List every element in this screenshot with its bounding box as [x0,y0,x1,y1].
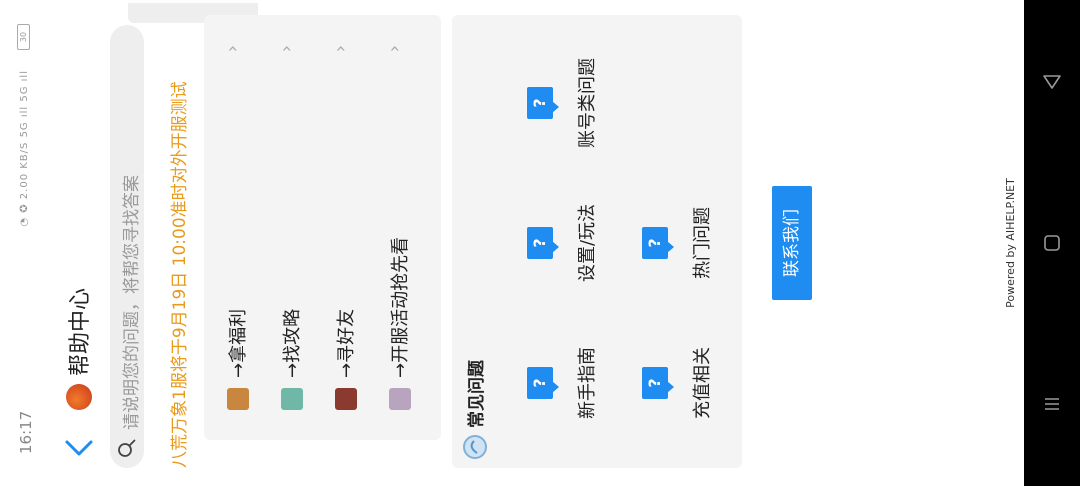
question-icon: ? [527,87,553,119]
question-icon: ? [527,227,553,259]
question-icon: ? [527,367,553,399]
faq-title: 常见问题 [467,360,487,428]
quick-link-welfare[interactable]: →拿福利 › [204,15,258,440]
battery-icon: 30 [17,24,30,50]
back-nav-button[interactable] [1040,70,1064,94]
faq-item-label: 设置/玩法 [577,203,598,283]
chevron-right-icon: › [222,45,243,53]
faq-item-beginner[interactable]: ? 新手指南 [527,323,637,443]
faq-item-account[interactable]: ? 账号类问题 [527,43,637,163]
faq-item-recharge[interactable]: ? 充值相关 [642,323,752,443]
avatar [389,388,411,410]
recents-button[interactable] [1040,392,1064,416]
back-button[interactable] [58,428,100,466]
question-icon: ? [642,367,668,399]
chevron-left-icon [65,440,93,456]
faq-card: 常见问题 ? 新手指南 ? 设置/玩法 ? 账号类问题 ? 充值相关 ? 热门问… [452,15,742,468]
app-screen: 16:17 ◔ ✪ 2.00 KB/S 5G ıll 5G ıll 30 帮助中… [0,0,1080,486]
system-nav-bar [1024,0,1080,486]
quick-link-friends[interactable]: →寻好友 › [312,15,366,440]
search-input[interactable]: 请说明您的问题，将帮您寻找答案 [117,175,142,430]
quick-link-events[interactable]: →开服活动抢先看 › [366,15,420,440]
quick-link-label: →找攻略 [282,308,303,378]
faq-item-label: 热门问题 [692,207,713,279]
app-logo [66,384,92,410]
quick-link-label: →拿福利 [228,308,249,378]
faq-item-settings[interactable]: ? 设置/玩法 [527,183,637,303]
search-bar[interactable]: 请说明您的问题，将帮您寻找答案 [110,25,144,468]
contact-us-button[interactable]: 联系我们 [772,186,812,300]
quick-links-card: →拿福利 › →找攻略 › →寻好友 › →开服活动抢先看 › [204,15,441,440]
faq-item-hot[interactable]: ? 热门问题 [642,183,752,303]
home-icon [1044,235,1060,251]
recents-icon [1045,398,1059,410]
faq-item-label: 账号类问题 [577,58,598,148]
chevron-right-icon: › [384,45,405,53]
back-triangle-icon [1043,75,1061,89]
faq-logo-icon [463,435,487,459]
avatar [281,388,303,410]
faq-item-label: 新手指南 [577,347,598,419]
chevron-right-icon: › [330,45,351,53]
quick-link-guide[interactable]: →找攻略 › [258,15,312,440]
page-title: 帮助中心 [68,287,93,376]
quick-link-label: →寻好友 [336,308,357,378]
announcement-text: 八荒万象1服将于9月19日 10:00准时对外开服测试 [170,81,190,468]
search-icon [118,439,136,457]
home-button[interactable] [1040,231,1064,255]
question-icon: ? [642,227,668,259]
faq-item-label: 充值相关 [692,347,713,419]
status-time: 16:17 [17,410,35,454]
quick-link-label: →开服活动抢先看 [390,236,411,378]
avatar [335,388,357,410]
powered-by-text: Powered by AIHELP.NET [1004,178,1017,308]
avatar [227,388,249,410]
status-bar: 16:17 ◔ ✪ 2.00 KB/S 5G ıll 5G ıll 30 [0,0,58,486]
chevron-right-icon: › [276,45,297,53]
status-icons: ◔ ✪ 2.00 KB/S 5G ıll 5G ıll [19,70,30,227]
